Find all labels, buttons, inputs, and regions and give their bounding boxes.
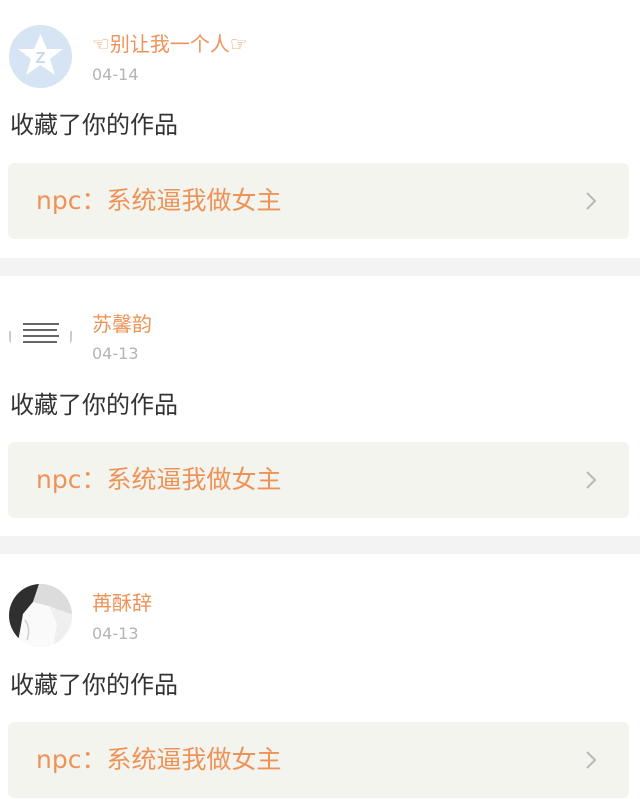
notification-card: Z ☜别让我一个人☞ 04-14 收藏了你的作品 npc：系统逼我做女主: [0, 0, 640, 258]
work-title: npc：系统逼我做女主: [36, 186, 282, 215]
chevron-right-icon: [586, 751, 597, 769]
action-text: 收藏了你的作品: [10, 391, 178, 419]
chevron-right-icon: [586, 471, 597, 489]
photo-avatar-icon: [9, 584, 72, 647]
work-title: npc：系统逼我做女主: [36, 465, 282, 494]
divider: [0, 258, 640, 276]
avatar[interactable]: [9, 584, 72, 647]
action-text: 收藏了你的作品: [10, 671, 178, 699]
notification-card: 苒酥辞 04-13 收藏了你的作品 npc：系统逼我做女主: [0, 554, 640, 799]
divider: [0, 536, 640, 554]
work-link[interactable]: npc：系统逼我做女主: [8, 163, 629, 239]
action-text: 收藏了你的作品: [10, 111, 178, 139]
notification-card: 苏馨韵 04-13 收藏了你的作品 npc：系统逼我做女主: [0, 276, 640, 536]
chevron-right-icon: [586, 192, 597, 210]
notification-feed: Z ☜别让我一个人☞ 04-14 收藏了你的作品 npc：系统逼我做女主 苏馨韵…: [0, 0, 640, 799]
username[interactable]: 苏馨韵: [92, 312, 152, 336]
timestamp: 04-14: [92, 65, 139, 84]
work-link[interactable]: npc：系统逼我做女主: [8, 722, 629, 798]
default-avatar-icon: Z: [9, 25, 72, 88]
work-link[interactable]: npc：系统逼我做女主: [8, 442, 629, 518]
timestamp: 04-13: [92, 624, 139, 643]
timestamp: 04-13: [92, 344, 139, 363]
avatar[interactable]: [9, 303, 72, 366]
svg-text:Z: Z: [36, 50, 46, 67]
username[interactable]: ☜别让我一个人☞: [92, 32, 248, 56]
username[interactable]: 苒酥辞: [92, 591, 152, 615]
text-image-avatar-icon: [9, 303, 72, 366]
avatar[interactable]: Z: [9, 25, 72, 88]
work-title: npc：系统逼我做女主: [36, 745, 282, 774]
